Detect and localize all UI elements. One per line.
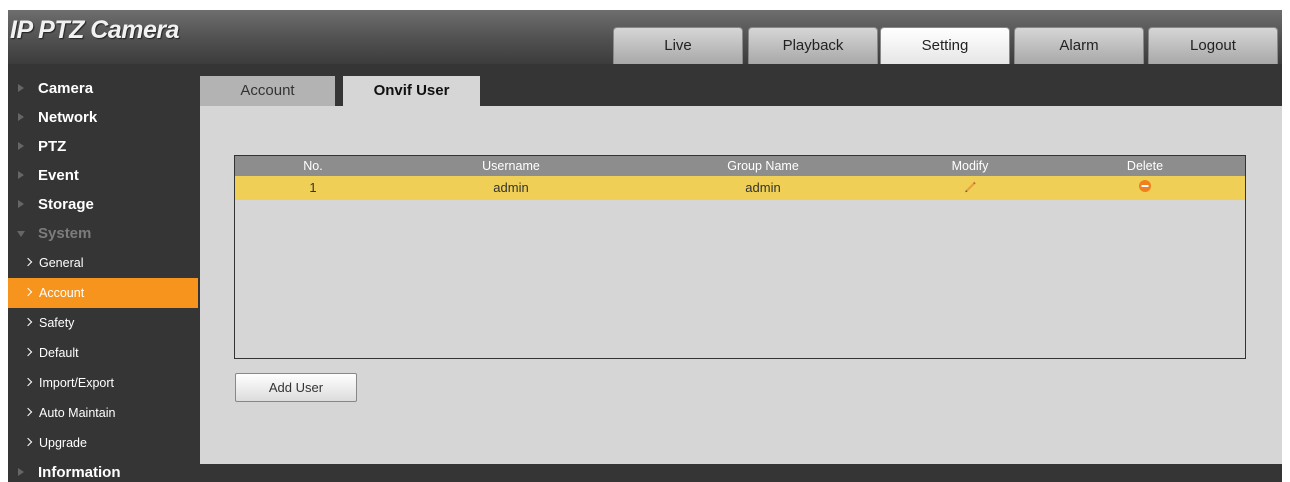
sidebar-item-information[interactable]: Information (8, 458, 198, 482)
sidebar-sub-label: Import/Export (39, 376, 115, 390)
sidebar-sub-import-export[interactable]: Import/Export (8, 368, 198, 398)
nav-alarm[interactable]: Alarm (1014, 27, 1144, 64)
sidebar: Camera Network PTZ Event Storage System … (8, 74, 198, 482)
app-window: IP PTZ Camera Live Playback Setting Alar… (8, 10, 1282, 482)
collapse-arrow-icon (17, 231, 25, 237)
col-username: Username (482, 159, 540, 173)
chevron-right-icon (23, 257, 33, 267)
sidebar-item-storage[interactable]: Storage (8, 190, 198, 219)
chevron-right-icon (23, 347, 33, 357)
expand-arrow-icon (18, 200, 24, 208)
expand-arrow-icon (18, 171, 24, 179)
sidebar-item-label: Network (38, 109, 98, 126)
sidebar-item-label: Storage (38, 196, 94, 213)
sub-tabs: Account Onvif User (200, 76, 1282, 106)
nav-playback[interactable]: Playback (748, 27, 878, 64)
sidebar-sub-label: Upgrade (39, 436, 87, 450)
expand-arrow-icon (18, 142, 24, 150)
sidebar-sub-default[interactable]: Default (8, 338, 198, 368)
sidebar-item-system[interactable]: System (8, 219, 198, 248)
nav-setting[interactable]: Setting (880, 27, 1010, 64)
sidebar-item-network[interactable]: Network (8, 103, 198, 132)
expand-arrow-icon (18, 468, 24, 476)
delete-icon[interactable] (1138, 177, 1152, 201)
tab-onvif-user[interactable]: Onvif User (343, 76, 480, 106)
chevron-right-icon (23, 377, 33, 387)
pencil-icon[interactable] (963, 177, 977, 201)
sidebar-item-label: Information (38, 464, 121, 481)
table-row[interactable]: 1 admin admin (235, 176, 1245, 200)
table-header: No. Username Group Name Modify Delete (235, 156, 1245, 176)
sidebar-item-label: PTZ (38, 138, 67, 155)
sidebar-sub-upgrade[interactable]: Upgrade (8, 428, 198, 458)
user-table: No. Username Group Name Modify Delete 1 … (234, 155, 1246, 359)
chevron-right-icon (23, 437, 33, 447)
sidebar-sub-safety[interactable]: Safety (8, 308, 198, 338)
chevron-right-icon (23, 287, 33, 297)
sidebar-sub-label: Auto Maintain (39, 406, 116, 420)
cell-username: admin (493, 180, 529, 195)
col-modify: Modify (951, 159, 989, 173)
top-nav: Live Playback Setting Alarm Logout (8, 27, 1282, 64)
sidebar-sub-account[interactable]: Account (8, 278, 198, 308)
add-user-button[interactable]: Add User (235, 373, 357, 402)
cell-modify (895, 176, 1045, 200)
cell-group: admin (745, 180, 781, 195)
chevron-right-icon (23, 407, 33, 417)
sidebar-sub-general[interactable]: General (8, 248, 198, 278)
col-group-name: Group Name (727, 159, 799, 173)
sidebar-item-label: System (38, 225, 92, 242)
sidebar-item-label: Event (38, 167, 79, 184)
sidebar-sub-label: Default (39, 346, 79, 360)
sidebar-item-camera[interactable]: Camera (8, 74, 198, 103)
sidebar-sub-label: General (39, 256, 84, 270)
sidebar-item-event[interactable]: Event (8, 161, 198, 190)
onvif-user-panel: No. Username Group Name Modify Delete 1 … (200, 106, 1282, 464)
cell-delete (1045, 176, 1245, 200)
sidebar-sub-auto-maintain[interactable]: Auto Maintain (8, 398, 198, 428)
sidebar-sub-label: Safety (39, 316, 75, 330)
nav-live[interactable]: Live (613, 27, 743, 64)
sidebar-item-label: Camera (38, 80, 94, 97)
chevron-right-icon (23, 317, 33, 327)
cell-no: 1 (309, 180, 317, 195)
expand-arrow-icon (18, 113, 24, 121)
col-delete: Delete (1126, 159, 1164, 173)
header: IP PTZ Camera Live Playback Setting Alar… (8, 10, 1282, 64)
tab-account[interactable]: Account (200, 76, 335, 106)
expand-arrow-icon (18, 84, 24, 92)
content-area: Account Onvif User No. Username Group Na… (200, 76, 1282, 464)
sidebar-item-ptz[interactable]: PTZ (8, 132, 198, 161)
col-no: No. (303, 159, 323, 173)
nav-logout[interactable]: Logout (1148, 27, 1278, 64)
sidebar-sub-label: Account (39, 286, 85, 300)
